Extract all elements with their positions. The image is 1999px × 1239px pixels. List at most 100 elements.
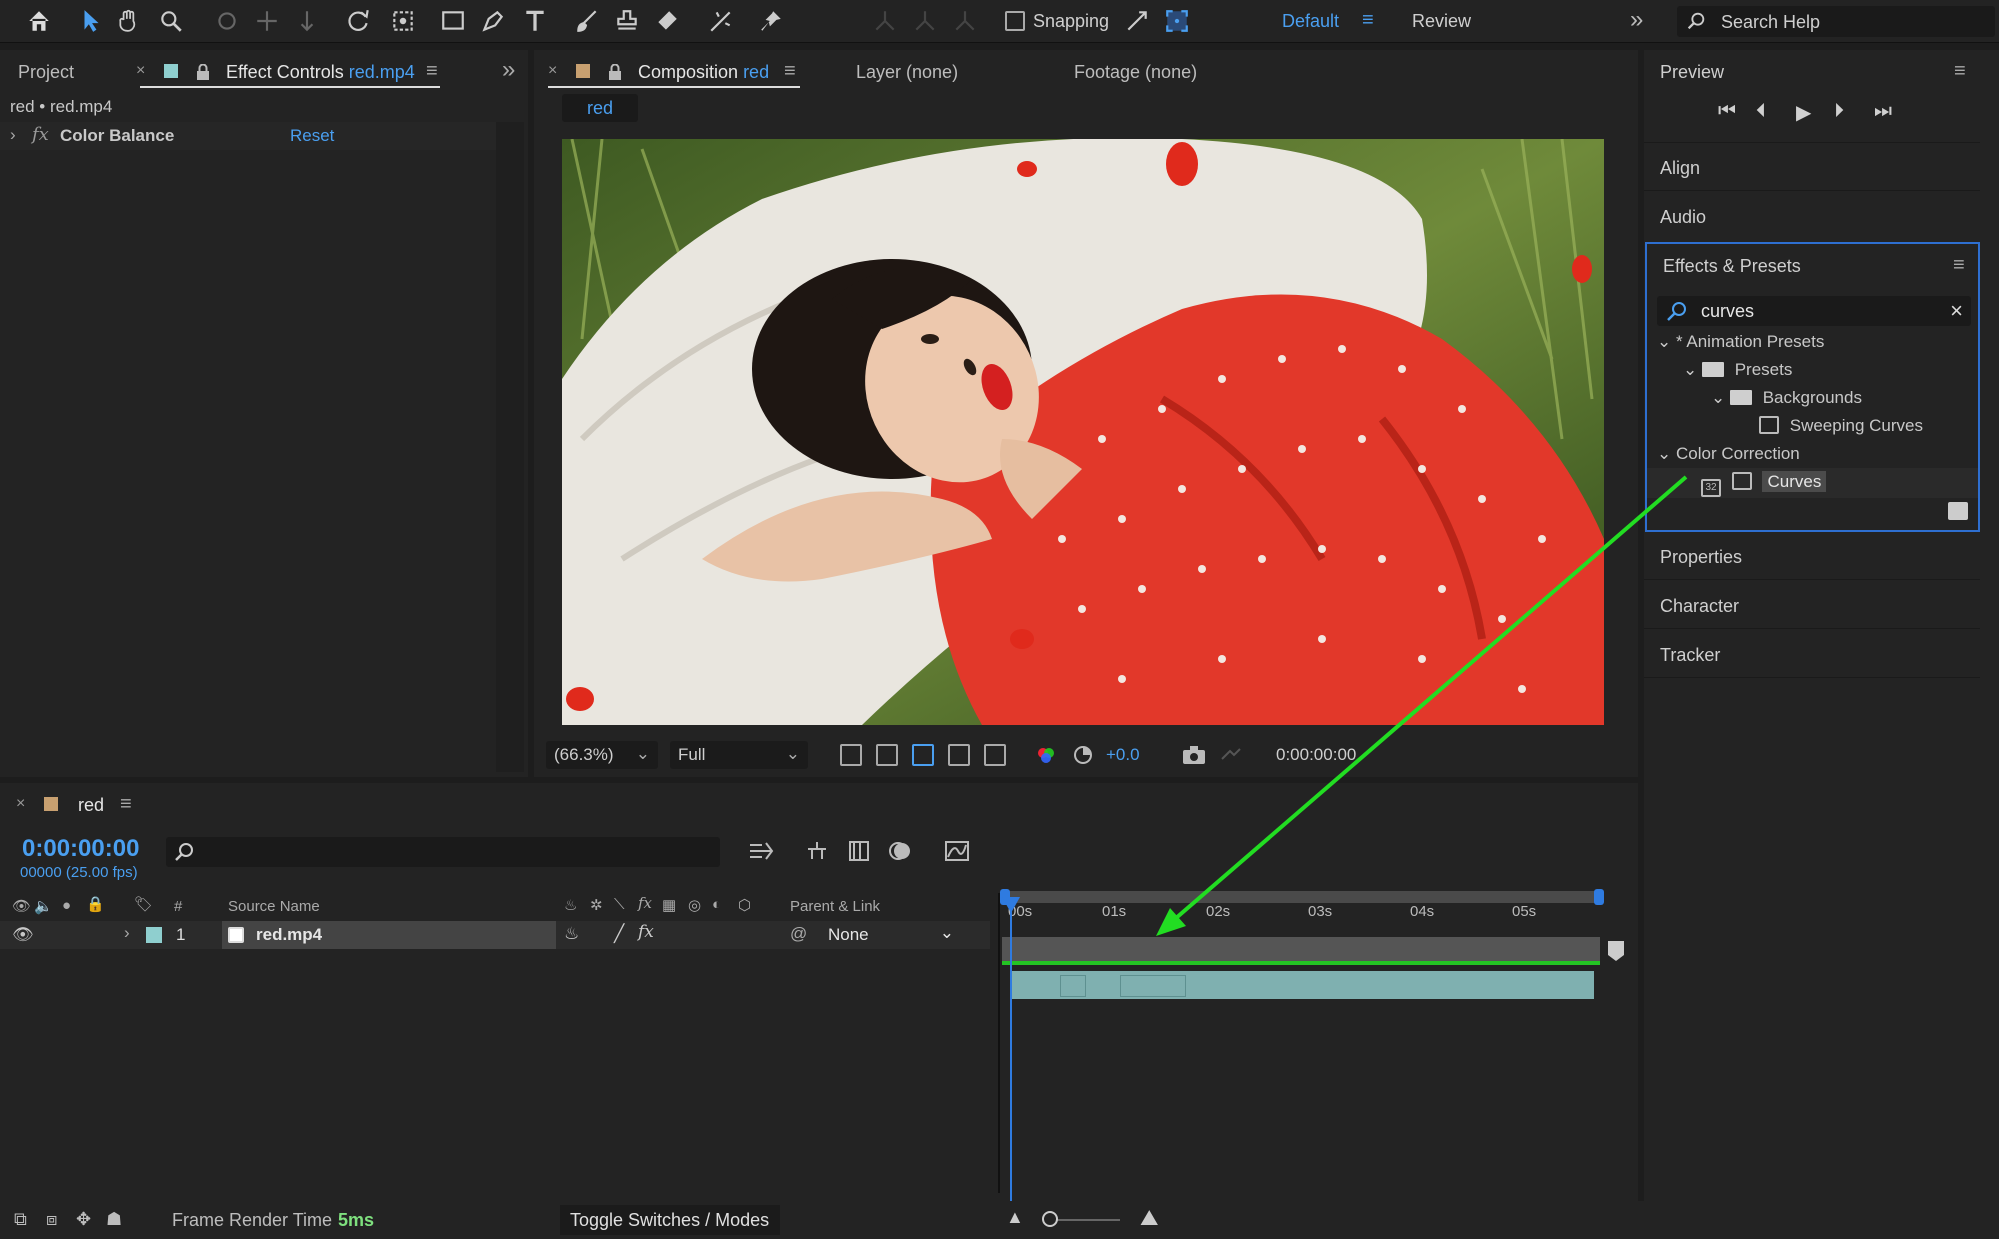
column-source-name-header[interactable]: Source Name	[228, 898, 320, 915]
tracker-panel-title[interactable]: Tracker	[1660, 645, 1720, 666]
reset-exposure-icon[interactable]	[1072, 744, 1094, 766]
pan-camera-icon[interactable]	[252, 6, 282, 36]
workspace-default[interactable]: Default	[1282, 11, 1339, 32]
eye-icon[interactable]: 👁	[12, 925, 34, 945]
zoom-slider-thumb[interactable]	[1042, 1211, 1058, 1227]
align-panel-title[interactable]: Align	[1660, 158, 1700, 179]
panel-menu-icon[interactable]: ≡	[426, 60, 438, 83]
fx-switch-icon[interactable]: fx	[638, 922, 654, 942]
time-navigator-bar[interactable]	[1002, 891, 1600, 903]
motion-blur-switch-icon[interactable]: ◎	[688, 896, 701, 914]
collapse-switch-icon[interactable]: ✲	[590, 896, 603, 914]
selection-tool-icon[interactable]	[76, 6, 106, 36]
clone-stamp-tool-icon[interactable]	[612, 6, 642, 36]
type-tool-icon[interactable]	[520, 6, 550, 36]
composition-mini-flowchart-icon[interactable]	[748, 839, 774, 863]
close-icon[interactable]: ×	[136, 62, 145, 80]
panel-menu-icon[interactable]: ≡	[1953, 254, 1965, 277]
tab-footage[interactable]: Footage (none)	[1074, 62, 1197, 83]
exposure-value[interactable]: +0.0	[1106, 745, 1140, 765]
effects-search-field[interactable]: curves ×	[1657, 296, 1971, 326]
channel-rgb-icon[interactable]	[1036, 745, 1056, 765]
graph-editor-icon[interactable]	[944, 839, 970, 863]
panel-overflow-icon[interactable]: »	[502, 56, 515, 84]
navigator-end-handle[interactable]	[1594, 889, 1604, 905]
character-panel-title[interactable]: Character	[1660, 596, 1739, 617]
more-workspaces-icon[interactable]: »	[1630, 6, 1643, 34]
layer-label-color[interactable]	[146, 927, 162, 943]
snap-features-icon[interactable]	[1162, 6, 1192, 36]
tree-backgrounds[interactable]: ⌄ Backgrounds	[1711, 388, 1862, 408]
frame-blending-icon[interactable]	[846, 839, 872, 863]
region-of-interest-icon[interactable]	[948, 744, 970, 766]
tab-effect-controls[interactable]: Effect Controls red.mp4	[226, 62, 415, 83]
fx-switch-icon[interactable]: fx	[638, 894, 652, 912]
new-bin-icon[interactable]	[1948, 502, 1968, 520]
panel-menu-icon[interactable]: ≡	[784, 60, 796, 83]
quality-switch-icon[interactable]: ╱	[614, 924, 624, 944]
comp-breadcrumb[interactable]: red	[562, 94, 638, 122]
previous-frame-icon[interactable]: ⏴	[1756, 100, 1766, 123]
home-icon[interactable]	[24, 6, 54, 36]
anchor-point-tool-icon[interactable]	[388, 6, 418, 36]
zoom-in-icon[interactable]: ⛰	[1140, 1205, 1158, 1231]
zoom-tool-icon[interactable]	[156, 6, 186, 36]
rotation-tool-icon[interactable]	[344, 6, 374, 36]
resolution-dropdown[interactable]: Full ⌄	[670, 741, 808, 769]
fx-icon[interactable]: fx	[32, 124, 49, 145]
tree-animation-presets[interactable]: ⌄ * Animation Presets	[1657, 332, 1824, 352]
layer-duration-bar[interactable]	[1010, 971, 1594, 999]
layer-switches-toggle-icon[interactable]: ⧉	[14, 1209, 27, 1230]
close-icon[interactable]: ×	[16, 795, 25, 813]
properties-panel-title[interactable]: Properties	[1660, 547, 1742, 568]
pen-tool-icon[interactable]	[478, 6, 508, 36]
transparency-grid-icon[interactable]	[876, 744, 898, 766]
3d-switch-icon[interactable]: ⬡	[738, 896, 751, 914]
orbit-camera-icon[interactable]	[212, 6, 242, 36]
lock-icon[interactable]	[608, 63, 622, 80]
snapping-checkbox[interactable]	[1005, 11, 1025, 31]
play-icon[interactable]: ▶	[1796, 100, 1811, 125]
next-frame-icon[interactable]: ⏵	[1834, 100, 1844, 123]
tab-composition[interactable]: Composition red	[638, 62, 769, 83]
timeline-layer-row[interactable]: 👁 › 1 red.mp4 ♨ ╱ fx @ None ⌄	[0, 921, 990, 949]
puppet-pin-tool-icon[interactable]	[756, 6, 786, 36]
effect-controls-scrollbar[interactable]	[496, 122, 524, 772]
tab-layer[interactable]: Layer (none)	[856, 62, 958, 83]
first-frame-icon[interactable]: ⏮	[1718, 100, 1736, 123]
audio-panel-title[interactable]: Audio	[1660, 207, 1706, 228]
workspace-review[interactable]: Review	[1412, 11, 1471, 32]
render-time-toggle-icon[interactable]: ☗	[106, 1209, 122, 1230]
chevron-right-icon[interactable]: ›	[124, 923, 130, 943]
clear-search-icon[interactable]: ×	[1950, 298, 1963, 324]
zoom-out-icon[interactable]: ▲	[1006, 1207, 1024, 1228]
solo-icon[interactable]: ●	[62, 897, 71, 914]
comp-marker-bin-icon[interactable]	[1608, 941, 1624, 961]
tree-curves[interactable]: 32 Curves	[1701, 471, 1827, 497]
chevron-right-icon[interactable]: ›	[10, 125, 16, 145]
panel-menu-icon[interactable]: ≡	[1954, 60, 1966, 83]
toggle-switches-modes-button[interactable]: Toggle Switches / Modes	[560, 1205, 780, 1235]
parent-dropdown[interactable]: None ⌄	[820, 923, 960, 947]
preview-panel-title[interactable]: Preview	[1660, 62, 1724, 83]
rectangle-tool-icon[interactable]	[438, 6, 468, 36]
effects-presets-title[interactable]: Effects & Presets	[1663, 256, 1801, 277]
tree-sweeping-curves[interactable]: Sweeping Curves	[1759, 416, 1923, 436]
dolly-camera-icon[interactable]	[292, 6, 322, 36]
workspace-menu-icon[interactable]: ≡	[1362, 9, 1374, 32]
tree-presets[interactable]: ⌄ Presets	[1683, 360, 1792, 380]
tree-color-correction[interactable]: ⌄ Color Correction	[1657, 444, 1800, 464]
lock-icon[interactable]: 🔒	[86, 895, 105, 913]
quality-switch-icon[interactable]: ⟍	[614, 896, 625, 913]
tab-timeline-red[interactable]: red	[78, 795, 104, 816]
eraser-tool-icon[interactable]	[652, 6, 682, 36]
adjustment-switch-icon[interactable]: ◐	[712, 896, 721, 913]
frame-blend-switch-icon[interactable]: ▦	[662, 896, 676, 914]
pick-whip-icon[interactable]: @	[790, 924, 807, 944]
reset-link[interactable]: Reset	[290, 126, 334, 146]
snapshot-camera-icon[interactable]	[1182, 745, 1206, 765]
shy-switch-icon[interactable]: ♨	[564, 924, 579, 944]
hand-tool-icon[interactable]	[114, 6, 144, 36]
snap-edges-icon[interactable]	[1122, 6, 1152, 36]
tab-project[interactable]: Project	[18, 62, 74, 83]
